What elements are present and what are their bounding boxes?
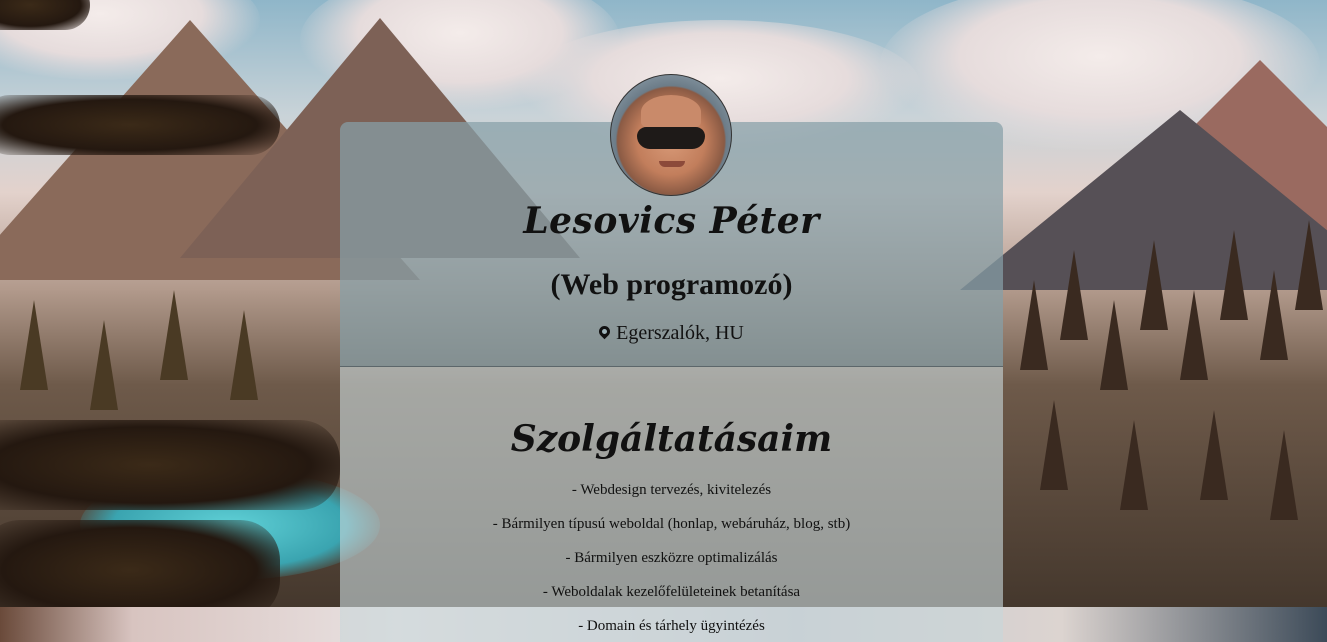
tree [1200,410,1228,500]
avatar-head [641,95,701,129]
avatar-sunglasses [637,127,705,149]
services-list: - Webdesign tervezés, kivitelezés - Bárm… [340,480,1003,642]
list-item: - Webdesign tervezés, kivitelezés [571,482,772,498]
avatar [610,74,732,196]
tree [20,300,48,390]
tree [1140,240,1168,330]
list-item: - Bármilyen eszközre optimalizálás [565,550,778,566]
foreground-branch [0,420,340,510]
list-item: - Domain és tárhely ügyintézés [578,618,765,634]
foreground-branch [0,95,280,155]
avatar-mouth [659,161,685,167]
tree [1100,300,1128,390]
profile-location: Egerszalók, HU [340,322,1003,345]
tree [230,310,258,400]
tree [1060,250,1088,340]
tree [90,320,118,410]
tree [1260,270,1288,360]
list-item: - Weboldalak kezelőfelületeinek betanítá… [542,584,801,600]
foreground-branch [0,0,90,30]
map-marker-icon [596,323,613,340]
location-text: Egerszalók, HU [616,322,744,344]
list-item: - Bármilyen típusú weboldal (honlap, web… [492,516,851,532]
tree [1270,430,1298,520]
tree [1180,290,1208,380]
tree [1020,280,1048,370]
profile-name: Lesovics Péter [523,200,820,242]
tree [1120,420,1148,510]
profile-role: (Web programozó) [550,268,793,301]
tree [1220,230,1248,320]
services-title: Szolgáltatásaim [510,418,833,460]
tree [1040,400,1068,490]
foreground-branch [0,520,280,620]
tree [1295,220,1323,310]
tree [160,290,188,380]
